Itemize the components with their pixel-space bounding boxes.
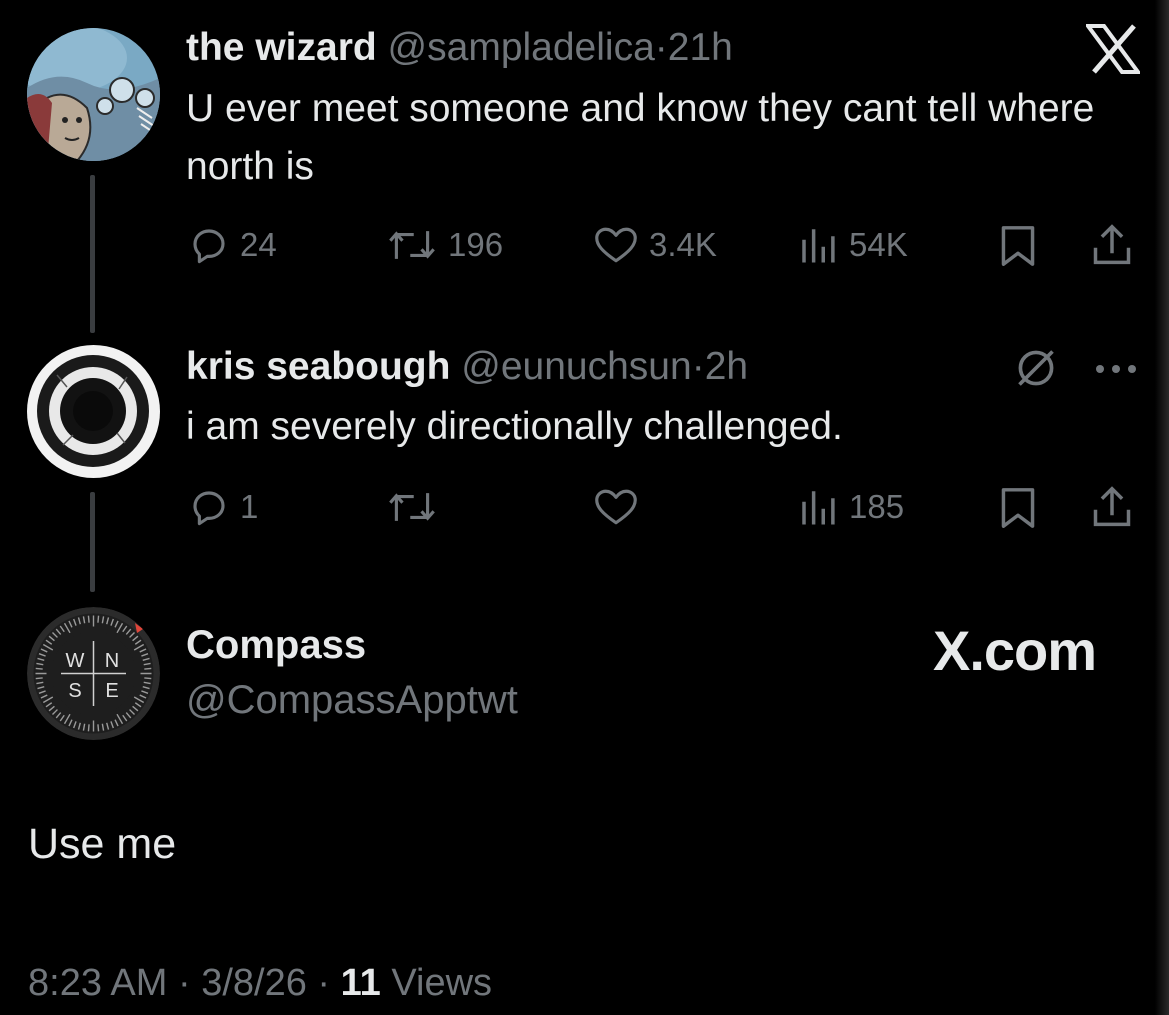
compass-letter-e: E [105,680,118,702]
heart-icon [595,227,637,263]
hide-icon [1018,350,1054,386]
share-icon [1093,224,1131,265]
avatar-compass[interactable]: W N S E [27,607,160,740]
tweet-text: U ever meet someone and know they cant t… [186,87,1095,188]
post-views-label: Views [380,962,493,1004]
author-handle[interactable]: @eunuchsun [461,345,691,388]
views-button[interactable]: 185 [797,486,904,528]
avatar-kris-seabough[interactable] [27,345,160,478]
hide-button[interactable] [1014,346,1058,395]
compass-letter-w: W [66,650,85,672]
thread-connector [90,492,95,592]
views-bar-chart-icon [802,229,835,263]
compass-letter-n: N [105,650,119,672]
author-handle[interactable]: @sampladelica [388,26,655,69]
bookmark-button[interactable] [998,486,1038,535]
more-button[interactable] [1094,362,1138,380]
separator-dot: · [306,962,341,1004]
author-handle[interactable]: @CompassApptwt [186,678,518,723]
thread-connector [90,175,95,333]
retweet-button[interactable] [386,486,448,528]
compass-letter-s: S [68,680,81,702]
compass-tick [144,677,152,680]
reply-icon [193,229,225,264]
heart-icon [595,489,637,525]
avatar-the-wizard[interactable] [27,28,160,161]
like-count: 3.4K [649,226,717,263]
share-icon [1093,486,1131,527]
share-button[interactable] [1090,484,1134,535]
views-button[interactable]: 54K [797,224,908,266]
timestamp[interactable]: 21h [668,26,733,69]
retweet-icon [389,231,435,259]
bookmark-icon [1001,226,1035,266]
like-button[interactable] [593,486,649,528]
compass-tick [144,667,152,670]
reply-button[interactable]: 24 [188,224,277,266]
separator-dot: · [167,962,202,1004]
views-count: 185 [849,488,905,525]
timestamp[interactable]: 2h [705,345,748,388]
like-button[interactable]: 3.4K [593,224,717,266]
post-time[interactable]: 8:23 AM [28,962,167,1004]
post-date[interactable]: 3/8/26 [201,962,307,1004]
compass-tick [87,724,90,732]
x-logo-icon[interactable] [1084,24,1142,79]
author-name[interactable]: kris seabough [186,345,450,388]
retweet-count: 196 [448,226,504,263]
compass-tick [35,677,43,680]
post-footer: 8:23 AM · 3/8/26 · 11 Views [28,962,492,1005]
compass-tick [97,724,100,732]
tweet-header: the wizard @sampladelica·21h [186,24,733,72]
author-name[interactable]: the wizard [186,26,377,69]
reply-count: 1 [240,488,259,525]
tweet-text: i am severely directionally challenged. [186,405,843,448]
scrollbar-edge [1155,0,1169,1015]
compass-tick [97,615,100,623]
retweet-button[interactable]: 196 [386,224,503,266]
compass-tick [87,615,90,623]
views-bar-chart-icon [802,491,835,525]
bookmark-icon [1001,488,1035,528]
bookmark-button[interactable] [998,224,1038,273]
post-views-count[interactable]: 11 [341,962,381,1004]
more-icon [1096,365,1136,373]
post-text: Use me [28,820,177,868]
retweet-icon [389,493,435,521]
author-name[interactable]: Compass [186,623,366,668]
compass-tick [35,667,43,670]
share-button[interactable] [1090,222,1134,273]
reply-icon [193,491,225,526]
separator-dot: · [654,26,668,69]
reply-count: 24 [240,226,277,263]
separator-dot: · [691,345,705,388]
site-label: X.com [933,619,1097,682]
reply-button[interactable]: 1 [188,486,258,528]
views-count: 54K [849,226,908,263]
tweet-header: kris seabough @eunuchsun·2h [186,343,748,391]
